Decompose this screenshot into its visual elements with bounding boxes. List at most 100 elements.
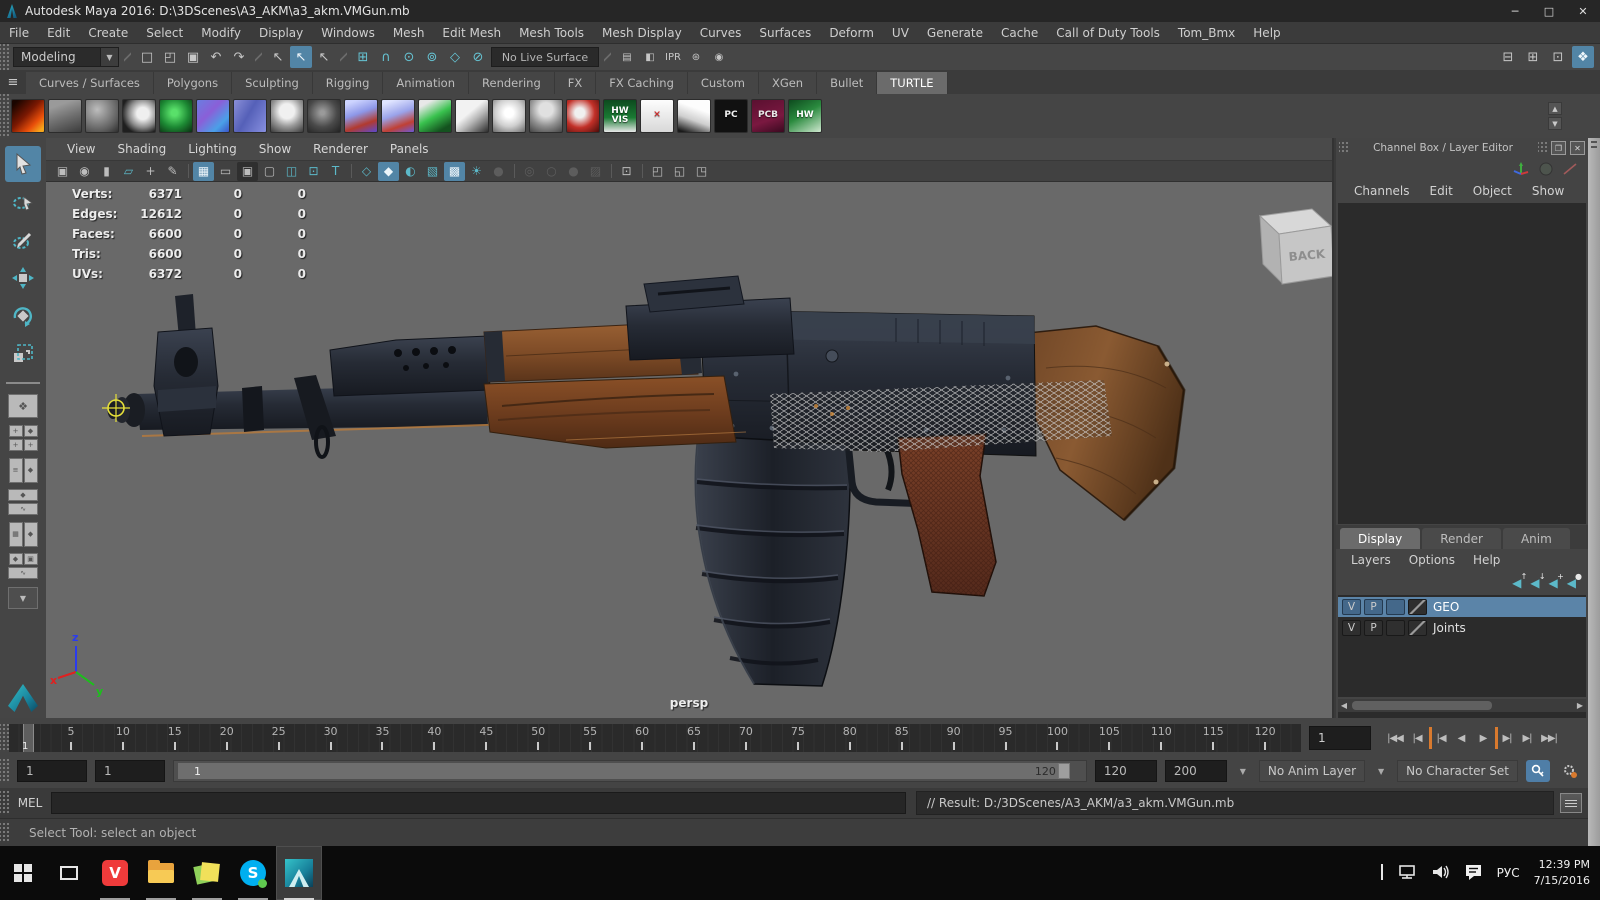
isolate-select-icon[interactable]: ⊡ <box>616 162 637 181</box>
go-to-end-button[interactable]: ▶▶| <box>1539 727 1559 749</box>
shelf-tab[interactable]: Polygons <box>154 72 232 94</box>
taskbar-app-maya[interactable] <box>276 846 322 900</box>
layout-dropdown-button[interactable]: ▼ <box>6 584 40 612</box>
shelf-bake-set-icon[interactable] <box>455 99 489 133</box>
panel-edge-strip[interactable] <box>1588 138 1600 846</box>
move-layer-up-icon[interactable]: ◀↑ <box>1512 577 1521 589</box>
action-center-icon[interactable] <box>1465 864 1483 883</box>
shelf-hw-vis-icon[interactable]: HW VIS <box>603 99 637 133</box>
menu-item[interactable]: Deform <box>820 22 883 43</box>
layer-display-type-toggle[interactable] <box>1386 599 1405 615</box>
film-gate-icon[interactable]: ▭ <box>215 162 236 181</box>
hypershade-icon[interactable]: ◉ <box>708 46 730 68</box>
taskbar-app-sticky-notes[interactable] <box>184 846 230 900</box>
menu-item[interactable]: Generate <box>918 22 992 43</box>
shelf-tab[interactable]: FX Caching <box>596 72 688 94</box>
maximize-button[interactable]: □ <box>1532 0 1566 22</box>
layer-scrollbar[interactable]: ◀ ▶ <box>1338 699 1586 712</box>
view-cube[interactable]: BACK <box>1260 209 1332 284</box>
two-d-pan-zoom-icon[interactable]: + <box>140 162 161 181</box>
panel-popout-icon[interactable]: ❐ <box>1551 141 1566 155</box>
speed-state-icon[interactable] <box>1538 162 1554 176</box>
pane-maximize-icon[interactable]: ◰ <box>647 162 668 181</box>
exposure-icon[interactable]: ▨ <box>585 162 606 181</box>
clock[interactable]: 12:39 PM 7/15/2016 <box>1534 857 1590 890</box>
range-slider[interactable]: 1 120 <box>173 760 1087 782</box>
toggle-channel-box-icon[interactable]: ❖ <box>1572 46 1594 68</box>
layer-editor-tab[interactable]: Anim <box>1503 528 1570 549</box>
rotate-tool[interactable] <box>5 298 41 334</box>
shelf-room-render-2-icon[interactable] <box>381 99 415 133</box>
shelf-tab[interactable]: Sculpting <box>232 72 313 94</box>
textured-icon[interactable]: ▩ <box>444 162 465 181</box>
shelf-dome-icon[interactable] <box>529 99 563 133</box>
range-end-handle[interactable] <box>1058 763 1070 779</box>
taskbar-app-skype[interactable]: S <box>230 846 276 900</box>
make-live-icon[interactable]: ⊘ <box>467 46 489 68</box>
bookmark-icon[interactable]: ▮ <box>96 162 117 181</box>
viewport-canvas[interactable]: BACK z x y Verts:637100Edges:1261200Face… <box>46 182 1332 718</box>
channel-box-menu-item[interactable]: Channels <box>1344 184 1420 198</box>
scroll-right-icon[interactable]: ▶ <box>1574 701 1586 710</box>
layer-row[interactable]: V P Joints <box>1338 618 1586 638</box>
shelf-skulls-icon[interactable] <box>270 99 304 133</box>
create-layer-from-selected-icon[interactable]: ◀● <box>1567 577 1576 589</box>
select-hierarchy-icon[interactable]: ↖ <box>267 46 289 68</box>
drag-grip[interactable] <box>0 791 9 815</box>
task-view-button[interactable] <box>46 846 92 900</box>
shelf-wire-sphere-icon[interactable] <box>492 99 526 133</box>
grease-pencil-icon[interactable]: ✎ <box>162 162 183 181</box>
menu-item[interactable]: Select <box>137 22 192 43</box>
bounding-box-icon[interactable]: ▧ <box>422 162 443 181</box>
shelf-normal-map-icon[interactable] <box>196 99 230 133</box>
shelf-scroll-down-icon[interactable]: ▼ <box>1548 117 1562 130</box>
volume-icon[interactable] <box>1431 864 1451 883</box>
layer-editor-menu-item[interactable]: Help <box>1464 553 1509 567</box>
shelf-texture-preview-icon[interactable] <box>233 99 267 133</box>
layer-editor-menu-item[interactable]: Options <box>1400 553 1464 567</box>
motion-blur-icon[interactable]: ○ <box>541 162 562 181</box>
panel-close-icon[interactable]: ✕ <box>1570 141 1585 155</box>
menu-item[interactable]: UV <box>883 22 918 43</box>
shelf-pc-icon[interactable]: PC <box>714 99 748 133</box>
script-editor-icon[interactable] <box>1560 793 1582 813</box>
menu-item[interactable]: Help <box>1244 22 1289 43</box>
snap-grid-icon[interactable]: ⊞ <box>352 46 374 68</box>
channel-box-menu-item[interactable]: Object <box>1463 184 1522 198</box>
toggle-tool-settings-icon[interactable]: ⊟ <box>1497 46 1519 68</box>
lasso-tool[interactable] <box>5 184 41 220</box>
network-icon[interactable] <box>1397 864 1417 883</box>
tray-expand-icon[interactable] <box>1381 866 1383 880</box>
scale-tool[interactable] <box>5 336 41 372</box>
shelf-tab[interactable]: Animation <box>383 72 469 94</box>
select-component-icon[interactable]: ↖ <box>313 46 335 68</box>
time-slider[interactable]: 5101520253035404550556065707580859095100… <box>9 724 1301 752</box>
layer-editor-tab[interactable]: Display <box>1340 528 1420 549</box>
lock-camera-icon[interactable]: ◉ <box>74 162 95 181</box>
minimize-button[interactable]: ─ <box>1498 0 1532 22</box>
scroll-left-icon[interactable]: ◀ <box>1338 701 1350 710</box>
step-back-frame-button[interactable]: |◀ <box>1407 727 1427 749</box>
toggle-tool-box-icon[interactable]: ⊡ <box>1547 46 1569 68</box>
pane-split-icon[interactable]: ◱ <box>669 162 690 181</box>
shelf-tab[interactable]: FX <box>555 72 597 94</box>
shelf-crescent-sphere-icon[interactable] <box>122 99 156 133</box>
step-forward-key-button[interactable]: ▶| <box>1495 727 1515 749</box>
command-result-field[interactable]: // Result: D:/3DScenes/A3_AKM/a3_akm.VMG… <box>916 791 1554 815</box>
shelf-room-render-icon[interactable] <box>344 99 378 133</box>
layer-visibility-toggle[interactable]: V <box>1342 620 1361 636</box>
viewport-menu-item[interactable]: Renderer <box>302 142 379 156</box>
layout-persp-outliner-button[interactable]: ≡◆ <box>6 456 40 484</box>
layer-playback-toggle[interactable]: P <box>1364 620 1383 636</box>
layout-single-pane-button[interactable]: ❖ <box>6 392 40 420</box>
layer-display-type-toggle[interactable] <box>1386 620 1405 636</box>
drag-grip[interactable] <box>1538 142 1547 154</box>
paint-select-tool[interactable] <box>5 222 41 258</box>
go-to-start-button[interactable]: |◀◀ <box>1385 727 1405 749</box>
auto-keyframe-toggle[interactable] <box>1526 760 1550 782</box>
hyperbolic-icon[interactable] <box>1562 162 1578 176</box>
shelf-tab[interactable]: Rigging <box>313 72 384 94</box>
redo-icon[interactable]: ↷ <box>228 46 250 68</box>
layer-visibility-toggle[interactable]: V <box>1342 599 1361 615</box>
viewport-menu-item[interactable]: View <box>56 142 106 156</box>
